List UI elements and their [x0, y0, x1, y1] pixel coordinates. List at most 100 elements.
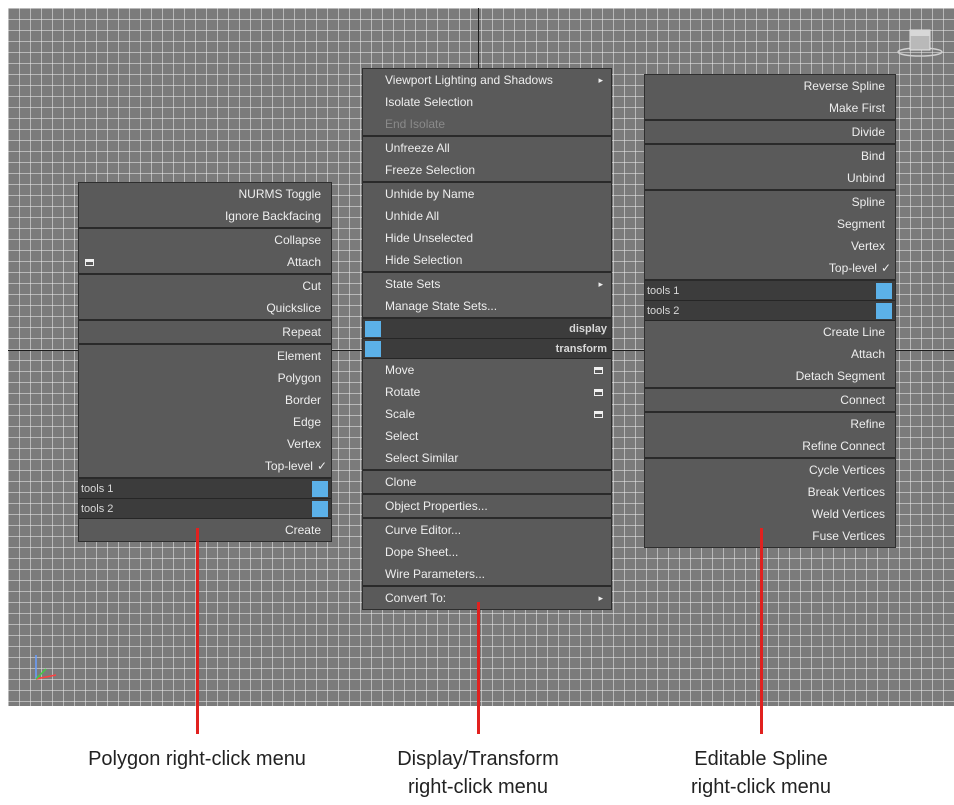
menu-item-reverse-spline[interactable]: Reverse Spline: [645, 75, 895, 97]
menu-item-top-level[interactable]: Top-level ✓: [645, 257, 895, 279]
menu-section: Curve Editor... Dope Sheet... Wire Param…: [363, 519, 611, 587]
menu-item-vertex[interactable]: Vertex: [79, 433, 331, 455]
menu-item-cycle-vertices[interactable]: Cycle Vertices: [645, 459, 895, 481]
menu-item-refine[interactable]: Refine: [645, 413, 895, 435]
settings-box-icon[interactable]: [594, 389, 603, 396]
menu-item-object-properties[interactable]: Object Properties...: [363, 495, 611, 517]
quad-swatch-icon[interactable]: [365, 341, 381, 357]
menu-item-edge[interactable]: Edge: [79, 411, 331, 433]
viewcube-icon[interactable]: [897, 26, 943, 58]
quad-swatch-icon[interactable]: [312, 481, 328, 497]
caption-display-line2: right-click menu: [407, 776, 549, 798]
caption-spline-line1: Editable Spline: [694, 748, 828, 770]
menu-item-state-sets-label: State Sets: [385, 277, 441, 291]
menu-item-unhide-all[interactable]: Unhide All: [363, 205, 611, 227]
quad-bar-display[interactable]: display: [363, 319, 611, 339]
menu-item-unhide-by-name[interactable]: Unhide by Name: [363, 183, 611, 205]
menu-item-segment[interactable]: Segment: [645, 213, 895, 235]
menu-item-dope-sheet[interactable]: Dope Sheet...: [363, 541, 611, 563]
caption-polygon-menu: Polygon right-click menu: [66, 745, 328, 773]
menu-item-polygon[interactable]: Polygon: [79, 367, 331, 389]
menu-item-hide-unselected[interactable]: Hide Unselected: [363, 227, 611, 249]
display-transform-right-click-menu: Viewport Lighting and Shadows ▸ Isolate …: [362, 68, 612, 610]
quad-swatch-icon[interactable]: [876, 303, 892, 319]
quad-bar-tools-2[interactable]: tools 2: [79, 499, 331, 519]
quad-swatch-icon[interactable]: [876, 283, 892, 299]
menu-item-vertex[interactable]: Vertex: [645, 235, 895, 257]
caption-display-menu: Display/Transform right-click menu: [372, 745, 584, 801]
quad-bar-tools-1[interactable]: tools 1: [79, 479, 331, 499]
checkmark-icon: ✓: [316, 459, 327, 473]
menu-item-hide-selection[interactable]: Hide Selection: [363, 249, 611, 271]
menu-item-move[interactable]: Move: [363, 359, 611, 381]
menu-item-attach[interactable]: Attach: [79, 251, 331, 273]
menu-item-create[interactable]: Create: [79, 519, 331, 541]
menu-item-state-sets[interactable]: State Sets ▸: [363, 273, 611, 295]
menu-section: Unfreeze All Freeze Selection: [363, 137, 611, 183]
quad-bar-transform[interactable]: transform: [363, 339, 611, 359]
quad-swatch-icon[interactable]: [365, 321, 381, 337]
menu-item-ignore-backfacing[interactable]: Ignore Backfacing: [79, 205, 331, 227]
menu-item-curve-editor[interactable]: Curve Editor...: [363, 519, 611, 541]
menu-item-fuse-vertices[interactable]: Fuse Vertices: [645, 525, 895, 547]
menu-item-bind[interactable]: Bind: [645, 145, 895, 167]
menu-item-freeze-selection[interactable]: Freeze Selection: [363, 159, 611, 181]
menu-item-isolate-selection[interactable]: Isolate Selection: [363, 91, 611, 113]
menu-item-break-vertices[interactable]: Break Vertices: [645, 481, 895, 503]
menu-section: Cycle Vertices Break Vertices Weld Verti…: [645, 459, 895, 547]
menu-item-refine-connect[interactable]: Refine Connect: [645, 435, 895, 457]
menu-section: Divide: [645, 121, 895, 145]
menu-section: Unhide by Name Unhide All Hide Unselecte…: [363, 183, 611, 273]
menu-item-convert-to[interactable]: Convert To: ▸: [363, 587, 611, 609]
menu-item-wire-parameters[interactable]: Wire Parameters...: [363, 563, 611, 585]
quad-bar-tools-1[interactable]: tools 1: [645, 281, 895, 301]
menu-item-border[interactable]: Border: [79, 389, 331, 411]
menu-item-connect[interactable]: Connect: [645, 389, 895, 411]
quad-bar-tools-2[interactable]: tools 2: [645, 301, 895, 321]
settings-box-icon[interactable]: [85, 259, 94, 266]
menu-item-rotate-label: Rotate: [385, 385, 421, 399]
menu-item-weld-vertices[interactable]: Weld Vertices: [645, 503, 895, 525]
menu-section: Cut Quickslice: [79, 275, 331, 321]
menu-section: Clone: [363, 471, 611, 495]
menu-item-clone[interactable]: Clone: [363, 471, 611, 493]
menu-section: Move Rotate Scale Select Select Similar: [363, 359, 611, 471]
menu-item-collapse[interactable]: Collapse: [79, 229, 331, 251]
menu-item-attach[interactable]: Attach: [645, 343, 895, 365]
menu-item-cut[interactable]: Cut: [79, 275, 331, 297]
menu-item-scale[interactable]: Scale: [363, 403, 611, 425]
menu-item-manage-state-sets[interactable]: Manage State Sets...: [363, 295, 611, 317]
menu-item-select[interactable]: Select: [363, 425, 611, 447]
menu-section: State Sets ▸ Manage State Sets...: [363, 273, 611, 319]
menu-item-quickslice[interactable]: Quickslice: [79, 297, 331, 319]
menu-section: Object Properties...: [363, 495, 611, 519]
menu-item-divide[interactable]: Divide: [645, 121, 895, 143]
menu-item-repeat[interactable]: Repeat: [79, 321, 331, 343]
polygon-right-click-menu: NURMS Toggle Ignore Backfacing Collapse …: [78, 182, 332, 542]
menu-item-select-similar[interactable]: Select Similar: [363, 447, 611, 469]
quad-bar-label: transform: [555, 343, 607, 355]
quad-bar-label: tools 2: [81, 503, 114, 515]
menu-item-nurms-toggle[interactable]: NURMS Toggle: [79, 183, 331, 205]
menu-section: Spline Segment Vertex Top-level ✓: [645, 191, 895, 281]
menu-item-rotate[interactable]: Rotate: [363, 381, 611, 403]
menu-item-spline[interactable]: Spline: [645, 191, 895, 213]
callout-line-display: [477, 602, 480, 734]
menu-item-unfreeze-all[interactable]: Unfreeze All: [363, 137, 611, 159]
quad-bar-label: tools 1: [81, 483, 114, 495]
menu-item-detach-segment[interactable]: Detach Segment: [645, 365, 895, 387]
menu-item-element[interactable]: Element: [79, 345, 331, 367]
quad-swatch-icon[interactable]: [312, 501, 328, 517]
menu-item-attach-label: Attach: [286, 255, 321, 269]
menu-item-top-level[interactable]: Top-level ✓: [79, 455, 331, 477]
menu-section: Bind Unbind: [645, 145, 895, 191]
menu-item-top-level-label: Top-level: [828, 261, 877, 275]
menu-item-make-first[interactable]: Make First: [645, 97, 895, 119]
menu-section: Refine Refine Connect: [645, 413, 895, 459]
settings-box-icon[interactable]: [594, 367, 603, 374]
settings-box-icon[interactable]: [594, 411, 603, 418]
menu-item-unbind[interactable]: Unbind: [645, 167, 895, 189]
menu-item-viewport-lighting[interactable]: Viewport Lighting and Shadows ▸: [363, 69, 611, 91]
menu-item-end-isolate: End Isolate: [385, 117, 446, 131]
menu-item-create-line[interactable]: Create Line: [645, 321, 895, 343]
